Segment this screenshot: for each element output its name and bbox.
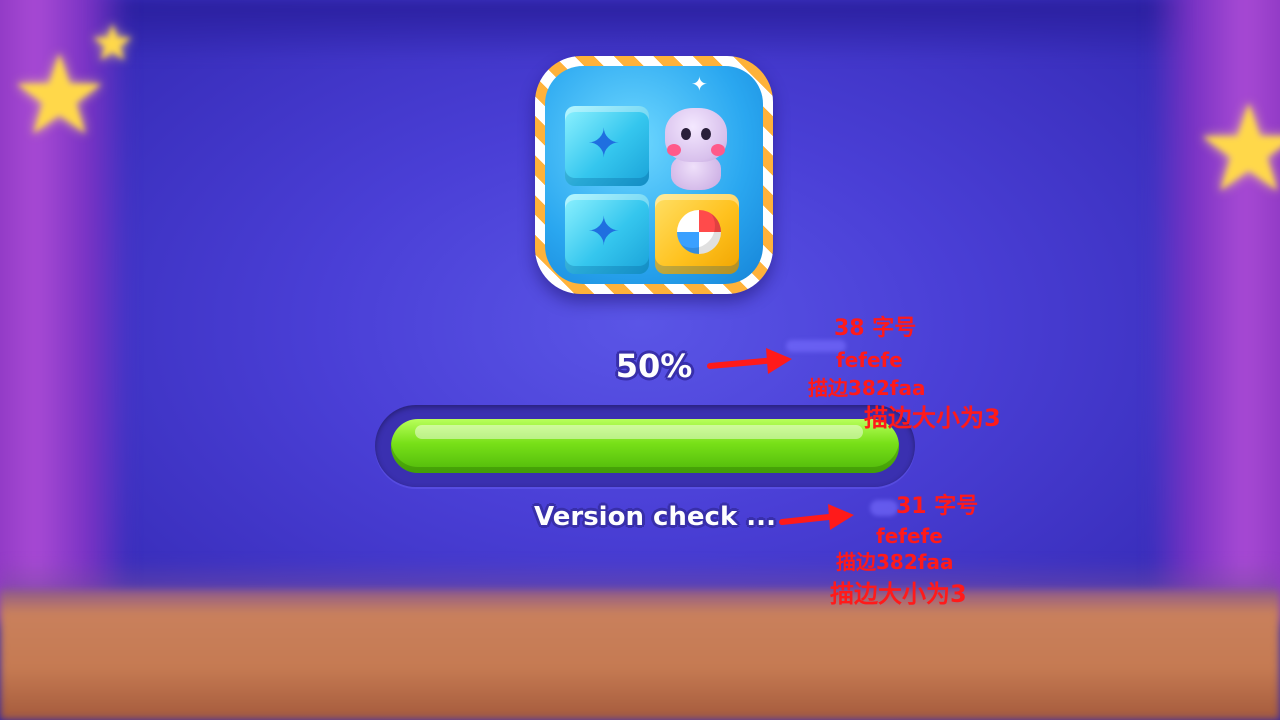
annotation-font-size: 38 字号 bbox=[834, 316, 917, 341]
hippo-eye bbox=[681, 128, 691, 140]
annotation-stroke-size: 描边大小为3 bbox=[864, 404, 1001, 432]
progress-percent-label: 50% bbox=[615, 347, 693, 385]
annotation-stroke-size: 描边大小为3 bbox=[830, 580, 967, 608]
hippo-cheek bbox=[711, 144, 725, 156]
progress-bar-fill bbox=[391, 419, 899, 473]
stage-top-shadow bbox=[0, 0, 1280, 60]
star-icon: ★ bbox=[1195, 80, 1280, 219]
annotation-stroke-color: 描边382faa bbox=[836, 550, 954, 574]
app-icon-artwork: ✦ ✦ ✦ bbox=[545, 66, 763, 284]
annotation-font-size: 31 字号 bbox=[896, 494, 979, 519]
sparkle-icon: ✦ bbox=[691, 72, 708, 96]
hippo-cheek bbox=[667, 144, 681, 156]
annotation-highlight bbox=[870, 500, 898, 516]
beach-ball-icon bbox=[677, 210, 721, 254]
annotation-stroke-color: 描边382faa bbox=[808, 376, 926, 400]
annotation-fill-color: fefefe bbox=[836, 348, 903, 372]
yellow-cube-icon bbox=[655, 194, 739, 274]
hippo-icon bbox=[657, 102, 733, 192]
loading-screen: ★ ★ ★ ✦ ✦ ✦ 50% Version check ... 38 字号 … bbox=[0, 0, 1280, 720]
hippo-eye bbox=[701, 128, 711, 140]
ice-cube-icon: ✦ bbox=[565, 194, 649, 274]
blue-shell-icon: ✦ bbox=[587, 209, 621, 255]
progress-bar bbox=[375, 405, 915, 487]
annotation-arrow-icon bbox=[707, 348, 792, 374]
stage-floor bbox=[0, 590, 1280, 720]
blue-shell-icon: ✦ bbox=[587, 121, 621, 167]
annotation-arrow-icon bbox=[779, 504, 854, 530]
annotation-fill-color: fefefe bbox=[876, 524, 943, 548]
progress-bar-gloss bbox=[415, 425, 863, 439]
hippo-head bbox=[665, 108, 727, 162]
app-icon: ✦ ✦ ✦ bbox=[535, 56, 773, 294]
ice-cube-icon: ✦ bbox=[565, 106, 649, 186]
star-icon: ★ bbox=[90, 14, 135, 72]
